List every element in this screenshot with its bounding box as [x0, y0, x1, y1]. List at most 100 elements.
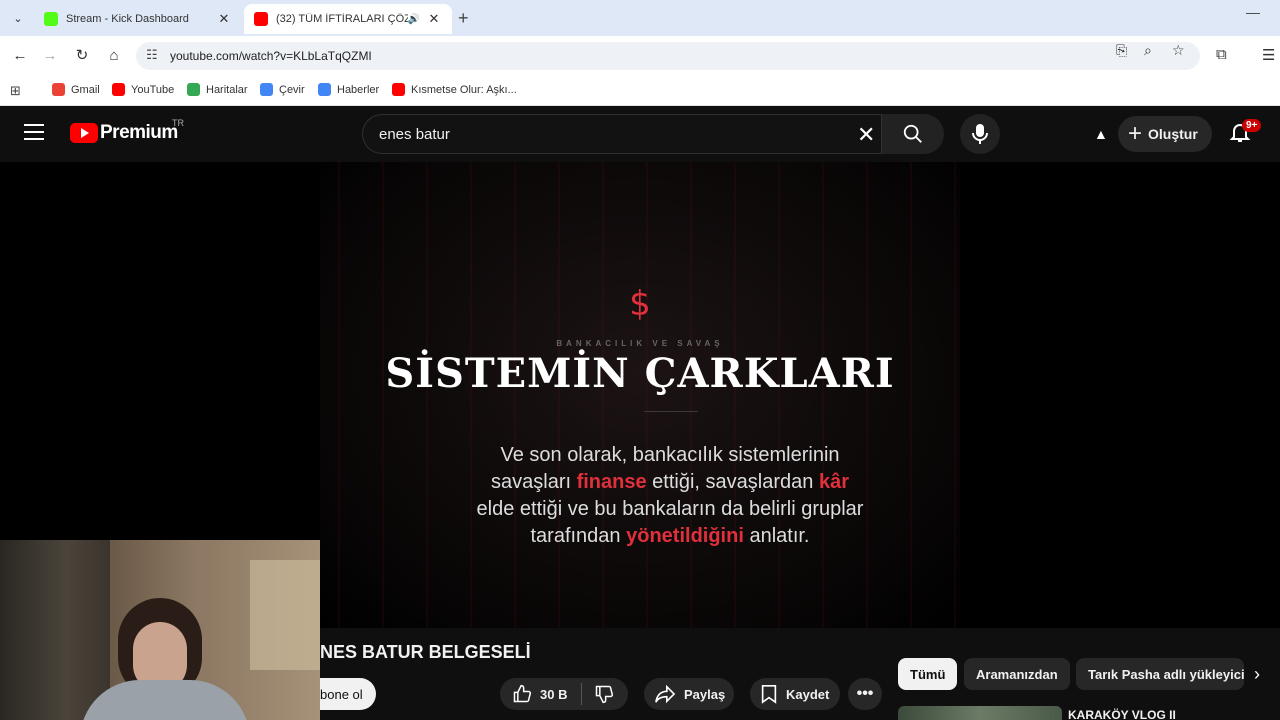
highlight-text: kâr: [818, 471, 849, 493]
install-app-icon[interactable]: ⎘: [1116, 42, 1127, 59]
recommended-thumbnail[interactable]: [898, 706, 1062, 720]
address-bar-row: ← → ↻ ⌂ ☷ youtube.com/watch?v=KLbLaTqQZM…: [0, 36, 1280, 76]
clear-search-icon[interactable]: ✕: [857, 122, 875, 148]
forward-arrow-icon[interactable]: →: [40, 46, 60, 66]
video-slide-body: Ve son olarak, bankacılık sistemlerinin …: [420, 442, 920, 550]
search-query-text[interactable]: enes batur: [379, 126, 450, 143]
share-button[interactable]: Paylaş: [644, 678, 734, 710]
microphone-icon: [972, 124, 988, 144]
plus-icon: +: [1128, 120, 1143, 147]
country-code: TR: [172, 118, 184, 128]
maps-icon: [187, 83, 200, 96]
create-button[interactable]: + Oluştur: [1118, 116, 1212, 152]
bookmark-label: Kısmetse Olur: Aşkı...: [411, 83, 517, 96]
youtube-header: Premium TR enes batur ✕ ▲ + Oluştur 9+: [0, 106, 1280, 162]
bookmark-label: Gmail: [71, 83, 100, 96]
new-tab-icon[interactable]: +: [458, 8, 469, 29]
home-icon[interactable]: ⌂: [104, 46, 124, 66]
site-info-icon[interactable]: ☷: [146, 47, 158, 63]
body-text: anlatır.: [743, 525, 810, 547]
save-label: Kaydet: [786, 686, 830, 702]
youtube-play-logo-icon: [70, 123, 98, 143]
webcam-overlay: [0, 540, 320, 720]
video-title: NES BATUR BELGESELİ: [320, 642, 531, 662]
zoom-icon[interactable]: ⌕: [1144, 42, 1152, 59]
bookmark-icon: [761, 685, 777, 704]
bookmark-star-icon[interactable]: ☆: [1172, 42, 1185, 59]
chevron-right-icon[interactable]: ›: [1254, 664, 1260, 685]
youtube-premium-logo[interactable]: Premium TR: [70, 118, 184, 144]
chip-from-search[interactable]: Aramanızdan: [964, 658, 1070, 690]
apps-grid-icon[interactable]: ⊞: [10, 83, 21, 99]
bookmark-translate[interactable]: Çevir: [260, 83, 305, 96]
menu-hamburger-icon[interactable]: [24, 124, 44, 140]
bookmark-kismetse-olur[interactable]: Kısmetse Olur: Aşkı...: [392, 83, 517, 96]
tab-youtube-video[interactable]: (32) TÜM İFTİRALARI ÇÖZDÜ 🔊 ✕: [244, 4, 452, 34]
related-chips: Tümü Aramanızdan Tarık Pasha adlı yükley…: [898, 658, 1280, 690]
like-divider: [581, 683, 583, 705]
bookmark-maps[interactable]: Haritalar: [187, 83, 248, 96]
divider: [644, 411, 698, 412]
video-slide-title: SİSTEMİN ÇARKLARI: [385, 350, 895, 397]
browser-tab-bar: ⌄ Stream - Kick Dashboard ✕ (32) TÜM İFT…: [0, 0, 1280, 36]
gmail-icon: [52, 83, 65, 96]
video-kicker: BANKACILIK VE SAVAŞ: [556, 339, 724, 348]
search-button[interactable]: [882, 114, 944, 154]
like-count[interactable]: 30 B: [540, 687, 567, 702]
video-info-section: NES BATUR BELGESELİ bone ol 30 B Paylaş …: [320, 628, 1280, 720]
notifications-button[interactable]: 9+: [1228, 119, 1262, 148]
body-text: savaşları: [491, 471, 577, 493]
bookmark-news[interactable]: Haberler: [318, 83, 379, 96]
voice-search-button[interactable]: [960, 114, 1000, 154]
webcam-background: [0, 540, 110, 720]
tab-kick-dashboard[interactable]: Stream - Kick Dashboard ✕: [34, 4, 242, 34]
highlight-text: finanse: [576, 471, 647, 493]
share-arrow-icon: [655, 684, 676, 704]
thumbs-up-icon[interactable]: [512, 684, 532, 704]
reload-icon[interactable]: ↻: [72, 46, 92, 66]
body-text: ettiği, savaşlardan: [646, 471, 819, 493]
chip-all[interactable]: Tümü: [898, 658, 958, 690]
bookmarks-bar: ⊞ Gmail YouTube Haritalar Çevir Haberler…: [0, 76, 1280, 106]
youtube-favicon-icon: [254, 12, 268, 26]
save-button[interactable]: Kaydet: [750, 678, 840, 710]
close-tab-icon[interactable]: ✕: [216, 11, 232, 27]
logo-wordmark: Premium: [100, 122, 178, 143]
close-tab-icon[interactable]: ✕: [426, 11, 442, 27]
omnibox[interactable]: ☷ youtube.com/watch?v=KLbLaTqQZMI: [136, 42, 1200, 70]
dollar-sign-icon: $: [629, 284, 651, 324]
news-icon: [318, 83, 331, 96]
minimize-window-icon[interactable]: —: [1246, 4, 1260, 20]
highlight-text: yönetildiğini: [626, 525, 744, 547]
body-line: savaşları finanse ettiği, savaşlardan kâ…: [420, 469, 920, 496]
mouse-cursor-icon: ▲: [1094, 126, 1108, 142]
thumbs-down-icon[interactable]: [594, 684, 614, 704]
chip-uploader[interactable]: Tarık Pasha adlı yükleyici: [1076, 658, 1244, 690]
subscribe-button[interactable]: bone ol: [320, 678, 376, 710]
tab-search-chevron-icon[interactable]: ⌄: [6, 6, 30, 30]
back-arrow-icon[interactable]: ←: [10, 46, 30, 66]
extensions-icon[interactable]: ⧉: [1216, 46, 1227, 63]
youtube-icon: [112, 83, 125, 96]
search-input[interactable]: enes batur ✕: [362, 114, 882, 154]
body-text: tarafından: [530, 525, 627, 547]
bookmark-youtube[interactable]: YouTube: [112, 83, 174, 96]
body-line: Ve son olarak, bankacılık sistemlerinin: [500, 444, 840, 466]
search-icon: [903, 124, 922, 143]
bookmark-label: Haritalar: [206, 83, 248, 96]
reading-list-icon[interactable]: ☰: [1262, 46, 1275, 64]
like-dislike-group: 30 B: [500, 678, 628, 710]
more-actions-icon[interactable]: •••: [848, 678, 882, 710]
kick-favicon-icon: [44, 12, 58, 26]
recommended-title[interactable]: KARAKÖY VLOG II: [1068, 708, 1176, 720]
audio-playing-icon[interactable]: 🔊: [408, 14, 420, 25]
create-label: Oluştur: [1148, 126, 1198, 142]
body-line: tarafından yönetildiğini anlatır.: [420, 523, 920, 550]
bookmark-gmail[interactable]: Gmail: [52, 83, 100, 96]
body-line: elde ettiği ve bu bankaların da belirli …: [476, 498, 864, 520]
tab-title: (32) TÜM İFTİRALARI ÇÖZDÜ: [276, 13, 408, 25]
share-label: Paylaş: [684, 686, 726, 702]
url-text[interactable]: youtube.com/watch?v=KLbLaTqQZMI: [170, 49, 372, 63]
translate-icon: [260, 83, 273, 96]
webcam-background: [250, 560, 320, 670]
